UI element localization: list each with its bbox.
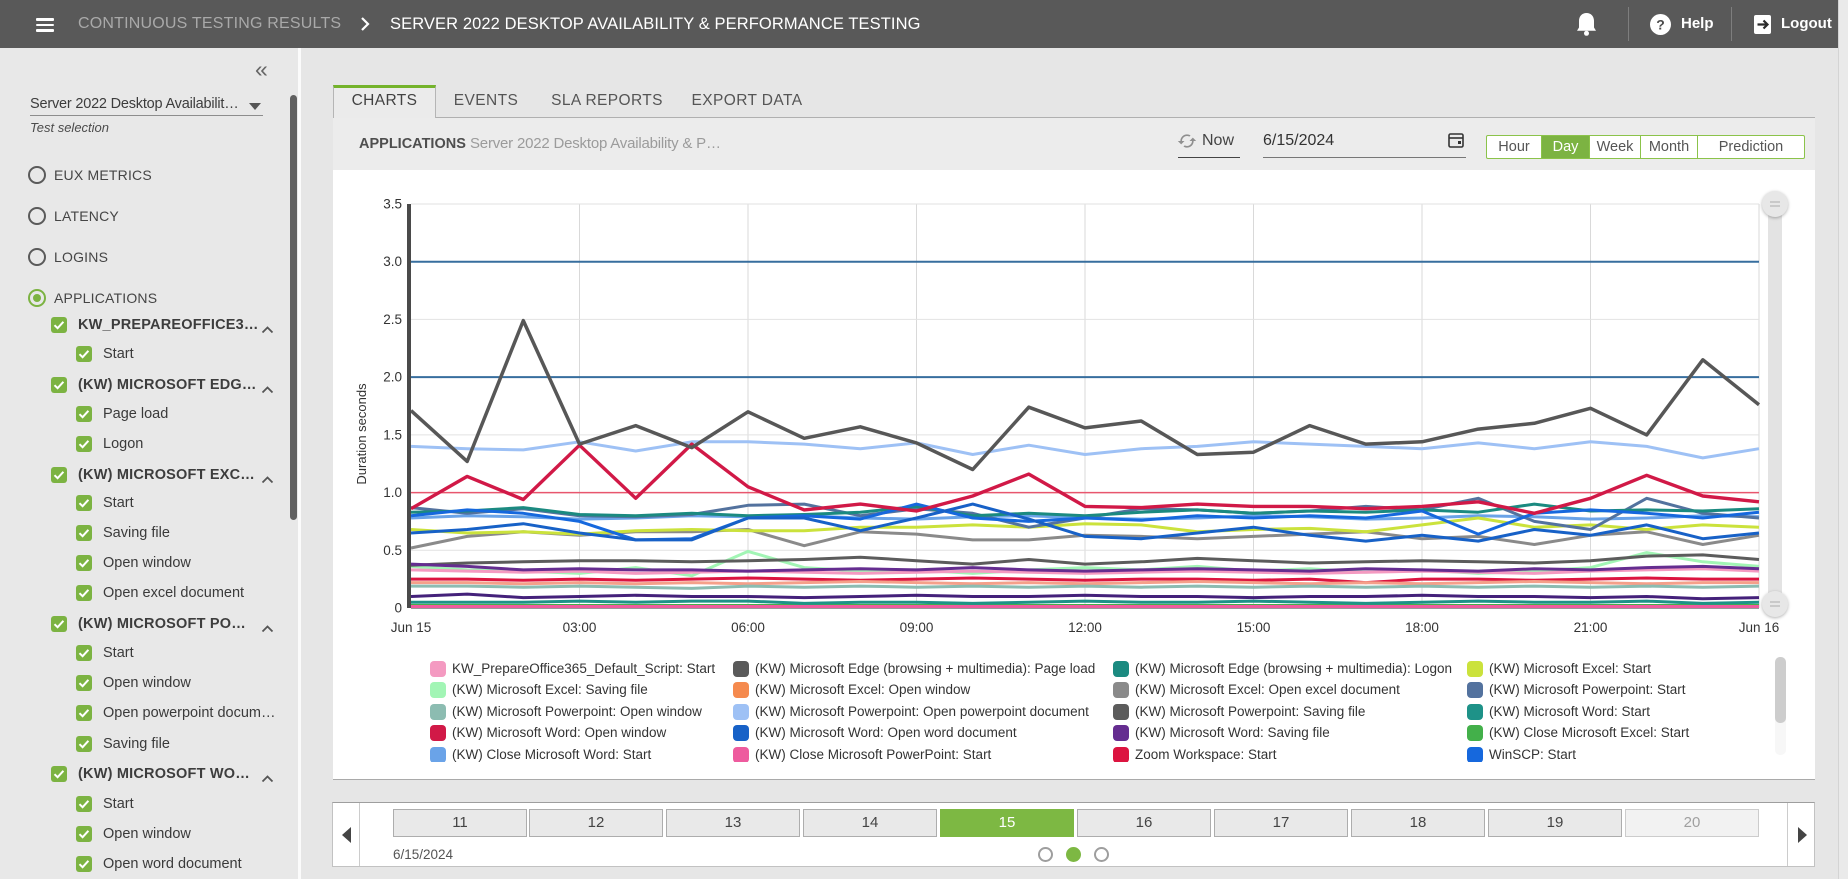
svg-text:03:00: 03:00 bbox=[563, 620, 597, 635]
svg-text:0: 0 bbox=[394, 601, 402, 616]
svg-text:2.0: 2.0 bbox=[383, 370, 402, 385]
svg-text:06:00: 06:00 bbox=[731, 620, 765, 635]
svg-text:Duration seconds: Duration seconds bbox=[354, 383, 369, 485]
svg-text:12:00: 12:00 bbox=[1068, 620, 1102, 635]
svg-text:09:00: 09:00 bbox=[900, 620, 934, 635]
svg-text:Jun 15: Jun 15 bbox=[391, 620, 432, 635]
svg-text:18:00: 18:00 bbox=[1405, 620, 1439, 635]
svg-text:1.5: 1.5 bbox=[383, 427, 402, 442]
svg-text:3.0: 3.0 bbox=[383, 254, 402, 269]
svg-text:21:00: 21:00 bbox=[1574, 620, 1608, 635]
svg-text:2.5: 2.5 bbox=[383, 312, 402, 327]
svg-text:?: ? bbox=[1656, 17, 1665, 33]
svg-text:15:00: 15:00 bbox=[1237, 620, 1271, 635]
svg-text:1.0: 1.0 bbox=[383, 485, 402, 500]
svg-text:Jun 16: Jun 16 bbox=[1739, 620, 1780, 635]
svg-text:0.5: 0.5 bbox=[383, 543, 402, 558]
svg-text:3.5: 3.5 bbox=[383, 197, 402, 212]
